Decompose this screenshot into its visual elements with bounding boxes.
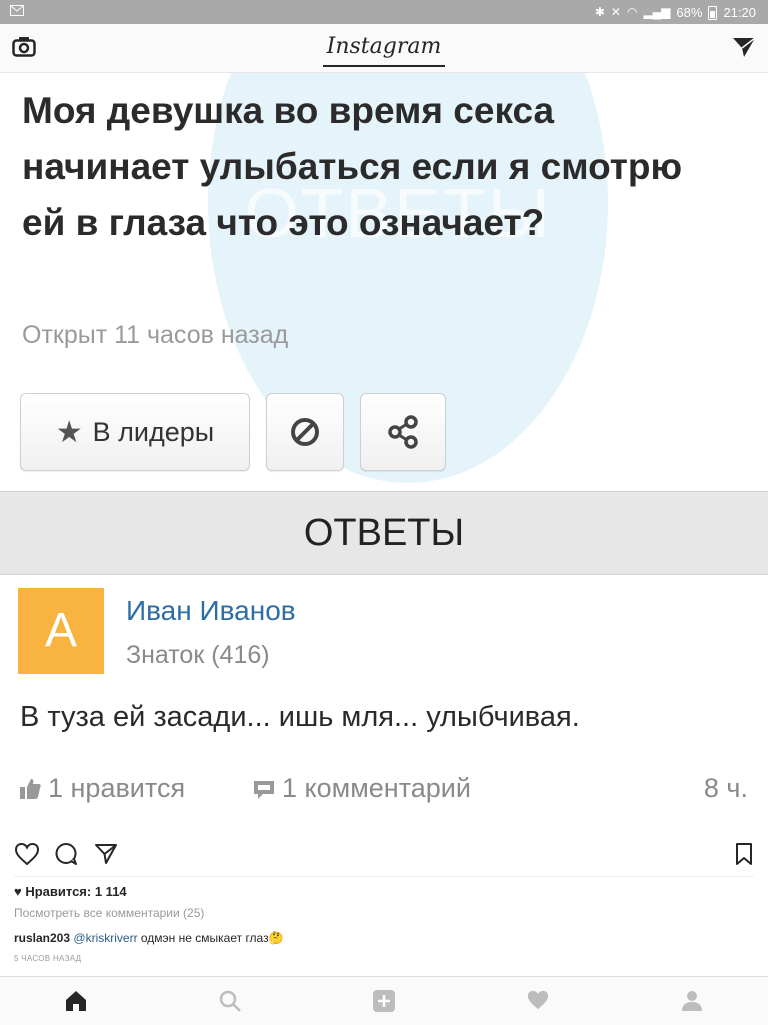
share-button[interactable] (360, 393, 446, 471)
wifi-icon: ◠ (626, 5, 638, 19)
mute-icon: ✕ (610, 5, 621, 19)
answer-text: В туза ей засади... ишь мля... улыбчивая… (20, 701, 580, 733)
search-icon[interactable] (218, 989, 242, 1018)
leaders-button[interactable]: ★ В лидеры (20, 393, 250, 471)
heart-icon[interactable] (14, 842, 40, 871)
activity-heart-icon[interactable] (526, 989, 550, 1016)
profile-icon[interactable] (680, 989, 704, 1018)
status-bar: ✱ ✕ ◠ ▂▄▆ 68% 21:20 (0, 0, 768, 24)
answer-author: Иван Иванов (126, 595, 296, 626)
avatar: А (18, 588, 104, 674)
view-all-comments[interactable]: Посмотреть все комментарии (25) (14, 906, 204, 920)
clock: 21:20 (723, 4, 756, 20)
star-icon: ★ (55, 415, 83, 449)
bottom-nav (0, 976, 768, 1025)
answer-time: 8 ч. (703, 773, 748, 803)
comment-icon (254, 780, 274, 799)
caption-text: одмэн не смыкает глаз (137, 931, 269, 945)
bluetooth-icon: ✱ (594, 5, 605, 19)
mail-icon (10, 4, 24, 19)
caption: ruslan203 @kriskriverr одмэн не смыкает … (14, 931, 284, 945)
divider (14, 876, 754, 877)
answer-comments: 1 комментарий (252, 773, 471, 804)
home-icon[interactable] (64, 989, 88, 1018)
block-icon (291, 418, 319, 446)
block-button[interactable] (266, 393, 344, 471)
post-time: 5 ЧАСОВ НАЗАД (14, 954, 82, 963)
answers-header: ОТВЕТЫ (0, 491, 768, 575)
caption-mention[interactable]: @kriskriverr (73, 931, 137, 945)
share-icon (388, 415, 418, 449)
caption-user[interactable]: ruslan203 (14, 931, 70, 945)
battery-percent: 68% (676, 4, 703, 20)
opened-time: Открыт 11 часов назад (22, 321, 289, 349)
answer-likes: 1 нравится (18, 773, 185, 804)
signal-icon: ▂▄▆ (643, 5, 671, 19)
battery-icon (708, 6, 718, 20)
send-icon[interactable] (732, 36, 756, 63)
send-post-icon[interactable] (94, 842, 118, 871)
author-rank: Знаток (416) (126, 641, 270, 669)
app-title: Instagram (0, 34, 768, 67)
post-actions (0, 838, 768, 874)
likes-count: ♥ Нравится: 1 114 (14, 884, 127, 899)
app-header: Instagram (0, 24, 768, 73)
leaders-label: В лидеры (92, 416, 215, 447)
bubble-icon[interactable] (54, 842, 78, 871)
post-image: ОТВЕТЫ Моя девушка во время секса начина… (0, 73, 768, 833)
question-title: Моя девушка во время секса начинает улыб… (22, 90, 683, 243)
add-icon[interactable] (372, 989, 396, 1018)
thinking-emoji: 🤔 (268, 931, 284, 945)
bookmark-icon[interactable] (734, 842, 754, 871)
thumbs-up-icon (20, 778, 41, 799)
